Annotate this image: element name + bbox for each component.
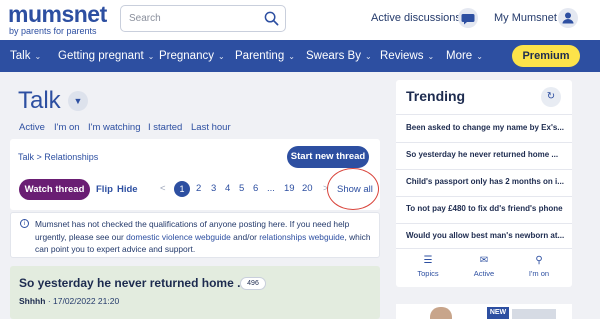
divider [396, 248, 572, 249]
trending-item[interactable]: Child's passport only has 2 months on i.… [406, 177, 566, 186]
chevron-down-icon: ⌄ [476, 52, 483, 61]
page-2[interactable]: 2 [196, 183, 201, 194]
user-avatar-icon[interactable] [558, 8, 578, 28]
hide-link[interactable]: Hide [117, 184, 138, 195]
new-badge: NEW [487, 307, 509, 319]
page-6[interactable]: 6 [253, 183, 258, 194]
annotation-circle [327, 168, 379, 210]
my-mumsnet-link[interactable]: My Mumsnet [494, 12, 557, 24]
thread-author-line: Shhhh · 17/02/2022 21:20 [19, 296, 120, 306]
nav-item-more[interactable]: More ⌄ [446, 40, 483, 72]
nav-item-reviews[interactable]: Reviews ⌄ [380, 40, 434, 72]
chevron-down-icon: ⌄ [427, 52, 435, 61]
active-discussions-link[interactable]: Active discussions [371, 12, 461, 24]
list-icon: ☰ [423, 255, 433, 266]
post-count-badge: 496 [240, 277, 266, 290]
page-title: Talk [18, 87, 61, 114]
nav-item-getting-pregnant[interactable]: Getting pregnant ⌄ [58, 40, 154, 72]
info-notice-text: Mumsnet has not checked the qualificatio… [35, 219, 371, 254]
search-icon[interactable] [264, 11, 279, 26]
trending-tab-topics[interactable]: ☰ Topics [406, 255, 450, 278]
trending-item[interactable]: So yesterday he never returned home ... [406, 150, 566, 159]
thread-title: So yesterday he never returned home ... [19, 276, 248, 290]
page-ellipsis: ... [267, 183, 275, 194]
subnav-active[interactable]: Active [19, 122, 45, 133]
watch-thread-button[interactable]: Watch thread [19, 179, 90, 200]
subnav-im-watching[interactable]: I'm watching [88, 122, 141, 133]
thread-header [10, 266, 380, 319]
page-20[interactable]: 20 [302, 183, 313, 194]
pin-icon: ⚲ [535, 255, 543, 266]
search-input[interactable] [129, 6, 267, 31]
domestic-violence-webguide-link[interactable]: domestic violence webguide [126, 232, 231, 242]
divider [396, 142, 572, 143]
info-icon: i [20, 219, 29, 228]
chevron-down-icon: ⌄ [34, 52, 42, 61]
advert-image [430, 307, 452, 319]
trending-item[interactable]: Would you allow best man's newborn at... [406, 231, 566, 240]
page-19[interactable]: 19 [284, 183, 295, 194]
chevron-down-icon[interactable]: ▼ [68, 91, 88, 111]
subnav-i-started[interactable]: I started [148, 122, 182, 133]
nav-item-parenting[interactable]: Parenting ⌄ [235, 40, 295, 72]
divider [396, 169, 572, 170]
prev-page-icon[interactable]: < [160, 183, 166, 194]
chevron-down-icon: ⌄ [147, 52, 155, 61]
trending-tab-im-on[interactable]: ⚲ I'm on [517, 255, 561, 278]
chevron-down-icon: ⌄ [364, 52, 372, 61]
page-5[interactable]: 5 [239, 183, 244, 194]
divider [396, 223, 572, 224]
subnav-last-hour[interactable]: Last hour [191, 122, 231, 133]
page-3[interactable]: 3 [211, 183, 216, 194]
chat-icon: ✉ [479, 255, 489, 266]
nav-item-pregnancy[interactable]: Pregnancy ⌄ [159, 40, 225, 72]
trending-item[interactable]: To not pay £480 to fix dd's friend's pho… [406, 204, 566, 213]
thread-date: 17/02/2022 21:20 [53, 296, 120, 306]
thread-author[interactable]: Shhhh [19, 296, 45, 306]
page-4[interactable]: 4 [225, 183, 230, 194]
divider [396, 196, 572, 197]
premium-button[interactable]: Premium [512, 45, 580, 67]
relationships-webguide-link[interactable]: relationships webguide [259, 232, 344, 242]
chevron-down-icon: ⌄ [217, 52, 225, 61]
flip-link[interactable]: Flip [96, 184, 113, 195]
trending-tab-active[interactable]: ✉ Active [462, 255, 506, 278]
chevron-down-icon: ⌄ [288, 52, 295, 61]
trending-title: Trending [406, 88, 466, 104]
logo-wordmark: mumsnet [8, 1, 107, 27]
breadcrumb[interactable]: Talk > Relationships [18, 152, 98, 162]
subnav-im-on[interactable]: I'm on [54, 122, 80, 133]
logo-tagline: by parents for parents [9, 26, 97, 36]
nav-item-talk[interactable]: Talk ⌄ [10, 40, 41, 72]
chat-bubble-icon[interactable] [458, 8, 478, 28]
page-1-current[interactable]: 1 [174, 181, 190, 197]
advert-image [512, 309, 556, 319]
trending-item[interactable]: Been asked to change my name by Ex's... [406, 123, 566, 132]
refresh-icon[interactable]: ↻ [541, 87, 561, 107]
mumsnet-logo[interactable]: mumsnet by parents for parents [8, 1, 107, 37]
nav-item-swears-by[interactable]: Swears By ⌄ [306, 40, 372, 72]
start-new-thread-button[interactable]: Start new thread [287, 146, 369, 168]
search-box[interactable] [120, 5, 286, 32]
divider [396, 114, 572, 115]
